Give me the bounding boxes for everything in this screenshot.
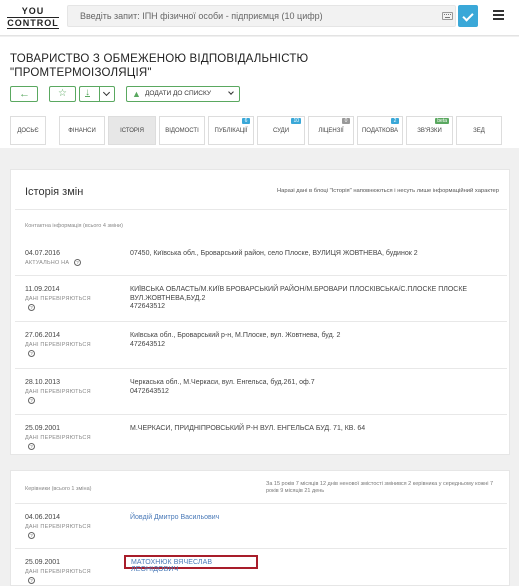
- tab-zed[interactable]: ЗЕД: [456, 116, 502, 145]
- contacts-caption: Контактна інформація (всього 4 зміни): [25, 223, 123, 229]
- history-card: Історія змін Наразі дані в блоці "Історі…: [10, 169, 510, 455]
- history-title: Історія змін: [25, 186, 84, 198]
- directors-card: Керівники (всього 1 зміна) За 15 років 7…: [10, 470, 510, 586]
- address-text: 07450, Київська обл., Броварський район,…: [130, 250, 418, 257]
- row-date: 04.07.2016: [25, 250, 61, 257]
- phone-text: 472643512: [130, 303, 166, 310]
- highlighted-director-link[interactable]: МАТОХНЮК ВЯЧЕСЛАВ ЛЕОНІДОВИЧ: [124, 555, 258, 573]
- divider: [15, 414, 507, 415]
- chevron-down-icon: [228, 89, 234, 95]
- logo-line2: CONTROL: [7, 17, 59, 29]
- info-icon[interactable]: ?: [28, 397, 35, 404]
- tab-finance[interactable]: ФІНАНСИ: [59, 116, 105, 145]
- info-icon[interactable]: ?: [28, 350, 35, 357]
- back-button[interactable]: [10, 86, 38, 102]
- tab-label: ПУБЛІКАЦІЇ: [214, 128, 248, 134]
- directors-note: За 15 років 7 місяців 12 днів ненової зм…: [266, 481, 494, 494]
- search-submit-button[interactable]: [458, 5, 478, 27]
- tab-label: ЛІЦЕНЗІЇ: [318, 128, 344, 134]
- tab-dossier[interactable]: ДОСЬЄ: [10, 116, 46, 145]
- add-list-icon: ▲: [132, 89, 141, 99]
- info-icon[interactable]: ?: [28, 577, 35, 584]
- tab-label: ЗЕД: [473, 128, 485, 134]
- address-text: М.ЧЕРКАСИ, ПРИДНІПРОВСЬКИЙ Р-Н ВУЛ. ЕНГЕ…: [130, 425, 366, 432]
- row-status: ДАНІ ПЕРЕВІРЯЮТЬСЯ: [25, 296, 91, 302]
- licenses-count-badge: 0: [342, 118, 350, 124]
- tab-history[interactable]: ІСТОРІЯ: [108, 116, 156, 145]
- info-icon[interactable]: ?: [28, 304, 35, 311]
- beta-badge: beta: [435, 118, 449, 124]
- phone-text: 472643512: [130, 340, 166, 348]
- row-status: ДАНІ ПЕРЕВІРЯЮТЬСЯ: [25, 435, 91, 441]
- tab-publications[interactable]: ПУБЛІКАЦІЇ 6: [208, 116, 254, 145]
- divider: [15, 275, 507, 276]
- tab-info[interactable]: ВІДОМОСТІ: [159, 116, 205, 145]
- row-date: 04.06.2014: [25, 514, 61, 521]
- logo[interactable]: YOU CONTROL: [7, 6, 59, 30]
- row-status: ДАНІ ПЕРЕВІРЯЮТЬСЯ: [25, 524, 91, 530]
- tax-count-badge: 2: [391, 118, 399, 124]
- row-date: 25.09.2001: [25, 559, 61, 566]
- row-date: 27.06.2014: [25, 332, 61, 339]
- favorite-button[interactable]: [49, 86, 76, 102]
- row-status: ДАНІ ПЕРЕВІРЯЮТЬСЯ: [25, 389, 91, 395]
- tab-label: ЗВ'ЯЗКИ: [417, 128, 442, 134]
- info-icon[interactable]: ?: [74, 259, 81, 266]
- address-text: Київська обл., Броварський р-н, М.Плоске…: [130, 332, 341, 339]
- tab-label: СУДИ: [272, 128, 290, 134]
- row-date: 11.09.2014: [25, 286, 60, 293]
- search-box: [67, 5, 456, 27]
- row-address: М.ЧЕРКАСИ, ПРИДНІПРОВСЬКИЙ Р-Н ВУЛ. ЕНГЕ…: [130, 425, 470, 434]
- row-address: Київська обл., Броварський р-н, М.Плоске…: [130, 332, 470, 349]
- tabs: ДОСЬЄ ФІНАНСИ ІСТОРІЯ ВІДОМОСТІ ПУБЛІКАЦ…: [0, 116, 519, 145]
- row-status: АКТУАЛЬНО НА: [25, 260, 70, 266]
- download-options-button[interactable]: [99, 86, 115, 102]
- row-director: Йовдій Дмитро Васильович: [130, 514, 470, 523]
- tab-label: ПОДАТКОВА: [361, 128, 398, 134]
- row-date: 25.09.2001: [25, 425, 61, 432]
- tab-tax[interactable]: ПОДАТКОВА 2: [357, 116, 403, 145]
- add-to-list-label: ДОДАТИ ДО СПИСКУ: [145, 90, 211, 97]
- keyboard-icon[interactable]: [442, 12, 453, 20]
- add-to-list-dropdown[interactable]: ▲ ДОДАТИ ДО СПИСКУ: [126, 86, 240, 102]
- tab-label: ІСТОРІЯ: [120, 128, 144, 134]
- row-status: ДАНІ ПЕРЕВІРЯЮТЬСЯ: [25, 342, 91, 348]
- divider: [15, 209, 507, 210]
- director-link[interactable]: МАТОХНЮК ВЯЧЕСЛАВ ЛЕОНІДОВИЧ: [131, 559, 256, 573]
- tab-licenses[interactable]: ЛІЦЕНЗІЇ 0: [308, 116, 354, 145]
- top-bar: YOU CONTROL: [0, 0, 519, 36]
- hamburger-menu-icon[interactable]: [493, 10, 504, 20]
- row-date: 28.10.2013: [25, 379, 61, 386]
- phone-text: 0472643512: [130, 387, 169, 395]
- tab-connections[interactable]: ЗВ'ЯЗКИ beta: [406, 116, 453, 145]
- publications-count-badge: 6: [242, 118, 250, 124]
- directors-caption: Керівники (всього 1 зміна): [25, 486, 92, 492]
- divider: [15, 503, 507, 504]
- divider: [15, 368, 507, 369]
- logo-line1: YOU: [21, 6, 45, 16]
- company-title: ТОВАРИСТВО З ОБМЕЖЕНОЮ ВІДПОВІДАЛЬНІСТЮ …: [10, 53, 309, 79]
- row-address: КИЇВСЬКА ОБЛАСТЬ/М.КИЇВ БРОВАРСЬКИЙ РАЙО…: [130, 286, 470, 312]
- divider: [15, 548, 507, 549]
- address-text: КИЇВСЬКА ОБЛАСТЬ/М.КИЇВ БРОВАРСЬКИЙ РАЙО…: [130, 286, 468, 302]
- tab-label: ВІДОМОСТІ: [165, 128, 199, 134]
- row-address: Черкаська обл., М.Черкаси, вул. Енгельса…: [130, 379, 470, 396]
- info-icon[interactable]: ?: [28, 532, 35, 539]
- download-button[interactable]: [79, 86, 99, 102]
- tab-label: ФІНАНСИ: [68, 128, 96, 134]
- courts-count-badge: 10: [291, 118, 301, 124]
- divider: [15, 321, 507, 322]
- row-address: 07450, Київська обл., Броварський район,…: [130, 250, 470, 259]
- tab-label: ДОСЬЄ: [17, 128, 39, 134]
- address-text: Черкаська обл., М.Черкаси, вул. Енгельса…: [130, 379, 315, 386]
- history-note: Наразі дані в блоці "Історія" наповнюють…: [276, 188, 499, 194]
- director-link[interactable]: Йовдій Дмитро Васильович: [130, 514, 219, 521]
- info-icon[interactable]: ?: [28, 443, 35, 450]
- row-status: ДАНІ ПЕРЕВІРЯЮТЬСЯ: [25, 569, 91, 575]
- tab-courts[interactable]: СУДИ 10: [257, 116, 305, 145]
- search-input[interactable]: [68, 6, 428, 26]
